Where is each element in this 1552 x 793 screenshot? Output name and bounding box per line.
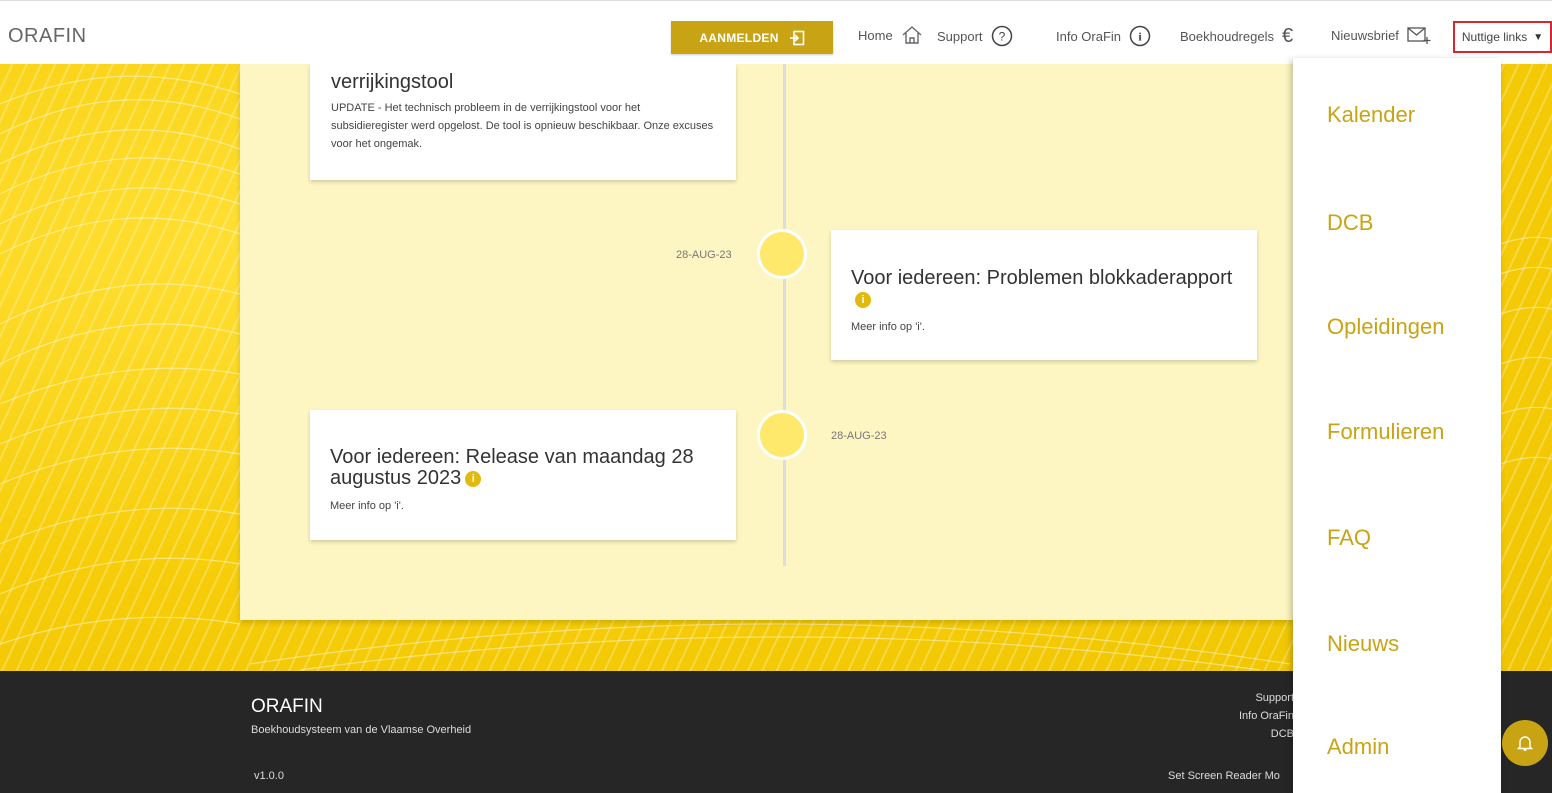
svg-text:i: i <box>1138 30 1142 44</box>
login-icon <box>789 30 804 45</box>
useful-links-dropdown: Kalender DCB Opleidingen Formulieren FAQ… <box>1293 58 1501 793</box>
news-card-title: Voor iedereen: Problemen blokkaderapport… <box>851 267 1233 308</box>
dropdown-item-faq[interactable]: FAQ <box>1327 525 1371 551</box>
dropdown-item-dcb[interactable]: DCB <box>1327 210 1373 236</box>
news-card-verrijkingstool[interactable]: verrijkingstool UPDATE - Het technisch p… <box>310 64 736 180</box>
nav-useful-links-label: Nuttige links <box>1461 30 1528 44</box>
footer-version: v1.0.0 <box>254 770 284 782</box>
dropdown-item-formulieren[interactable]: Formulieren <box>1327 419 1444 445</box>
nav-home[interactable]: Home <box>858 25 923 45</box>
timeline-date: 28-AUG-23 <box>831 430 887 442</box>
bell-icon <box>1516 736 1534 751</box>
footer-title: ORAFIN <box>251 696 323 717</box>
timeline-date: 28-AUG-23 <box>676 249 732 261</box>
login-button[interactable]: AANMELDEN <box>671 21 833 54</box>
dropdown-item-opleidingen[interactable]: Opleidingen <box>1327 314 1444 340</box>
news-card-body: Meer info op 'i'. <box>330 500 404 512</box>
info-icon[interactable]: i <box>465 471 482 487</box>
brand-logo[interactable]: ORAFIN <box>8 25 87 48</box>
footer-subtitle: Boekhoudsysteem van de Vlaamse Overheid <box>251 724 472 736</box>
info-icon[interactable]: i <box>855 292 871 308</box>
timeline-node <box>757 410 807 460</box>
news-card-body: Meer info op 'i'. <box>851 321 925 333</box>
nav-support[interactable]: Support ? <box>937 25 1013 47</box>
euro-icon: € <box>1281 25 1294 47</box>
news-card-title: Voor iedereen: Release van maandag 28 au… <box>330 446 694 489</box>
dropdown-item-kalender[interactable]: Kalender <box>1327 102 1415 128</box>
question-circle-icon: ? <box>991 25 1012 47</box>
news-card-blokkaderapport[interactable]: Voor iedereen: Problemen blokkaderapport… <box>831 230 1257 360</box>
nav-boekhoudregels[interactable]: Boekhoudregels € <box>1180 25 1293 48</box>
news-card-body: UPDATE - Het technisch probleem in de ve… <box>331 102 714 150</box>
nav-boekhoudregels-label: Boekhoudregels <box>1180 29 1274 44</box>
news-card-release[interactable]: Voor iedereen: Release van maandag 28 au… <box>310 410 736 540</box>
caret-down-icon: ▼ <box>1533 31 1544 43</box>
home-icon <box>902 26 922 44</box>
nav-support-label: Support <box>937 28 983 44</box>
footer-link-support[interactable]: Support <box>1200 692 1294 704</box>
notification-bell-button[interactable] <box>1502 720 1548 766</box>
nav-info-label: Info OraFin <box>1056 28 1122 44</box>
dropdown-item-admin[interactable]: Admin <box>1327 734 1389 760</box>
nav-nieuwsbrief[interactable]: Nieuwsbrief <box>1331 25 1431 45</box>
nav-home-label: Home <box>858 27 893 43</box>
timeline-line <box>783 64 786 566</box>
svg-text:?: ? <box>998 30 1005 44</box>
dropdown-item-nieuws[interactable]: Nieuws <box>1327 631 1399 657</box>
nav-info-orafin[interactable]: Info OraFin i <box>1056 25 1151 47</box>
info-circle-icon: i <box>1129 25 1151 47</box>
footer-link-dcb[interactable]: DCB <box>1200 728 1294 740</box>
timeline-node <box>757 229 807 279</box>
footer-link-info-orafin[interactable]: Info OraFin <box>1200 710 1294 722</box>
news-card-title: verrijkingstool <box>331 71 454 93</box>
nav-useful-links[interactable]: Nuttige links ▼ <box>1453 21 1552 53</box>
top-navigation-bar: ORAFIN AANMELDEN Home Support ? Info Ora… <box>0 0 1552 64</box>
login-label: AANMELDEN <box>699 30 779 45</box>
nav-nieuwsbrief-label: Nieuwsbrief <box>1331 27 1399 43</box>
mail-plus-icon <box>1407 27 1431 44</box>
